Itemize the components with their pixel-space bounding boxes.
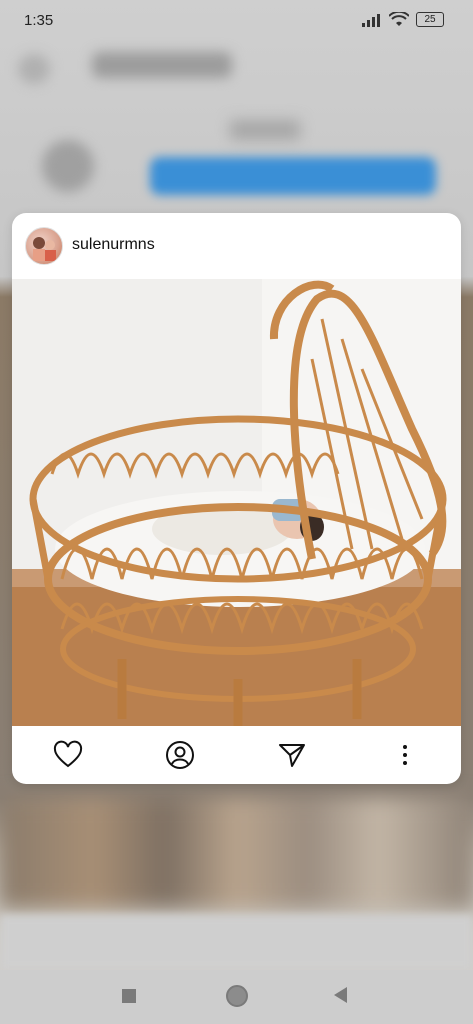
more-icon[interactable] — [390, 740, 420, 770]
home-button[interactable] — [226, 985, 248, 1007]
post-image[interactable] — [12, 279, 461, 726]
post-preview-card[interactable]: sulenurmns — [12, 213, 461, 784]
system-navigation-bar — [0, 970, 473, 1024]
blurred-back-button — [18, 54, 50, 84]
back-button[interactable] — [334, 987, 347, 1003]
blurred-bottom-tabs — [0, 915, 473, 970]
battery-icon: 25 — [416, 12, 444, 27]
share-icon[interactable] — [277, 740, 307, 770]
status-time: 1:35 — [24, 12, 54, 29]
post-action-bar — [12, 726, 461, 784]
blurred-follow-button — [150, 157, 436, 195]
profile-icon[interactable] — [165, 740, 195, 770]
status-bar: 1:35 25 — [0, 0, 473, 40]
avatar[interactable] — [25, 227, 63, 265]
signal-icon — [362, 14, 380, 27]
username[interactable]: sulenurmns — [72, 236, 155, 254]
post-header: sulenurmns — [12, 213, 461, 279]
blurred-post-grid — [0, 798, 473, 908]
wifi-icon — [389, 12, 409, 26]
blurred-avatar — [42, 140, 94, 192]
battery-level: 25 — [424, 14, 436, 25]
like-icon[interactable] — [53, 740, 83, 770]
recents-button[interactable] — [122, 989, 136, 1003]
blurred-stats — [230, 120, 300, 140]
blurred-title — [92, 52, 232, 78]
